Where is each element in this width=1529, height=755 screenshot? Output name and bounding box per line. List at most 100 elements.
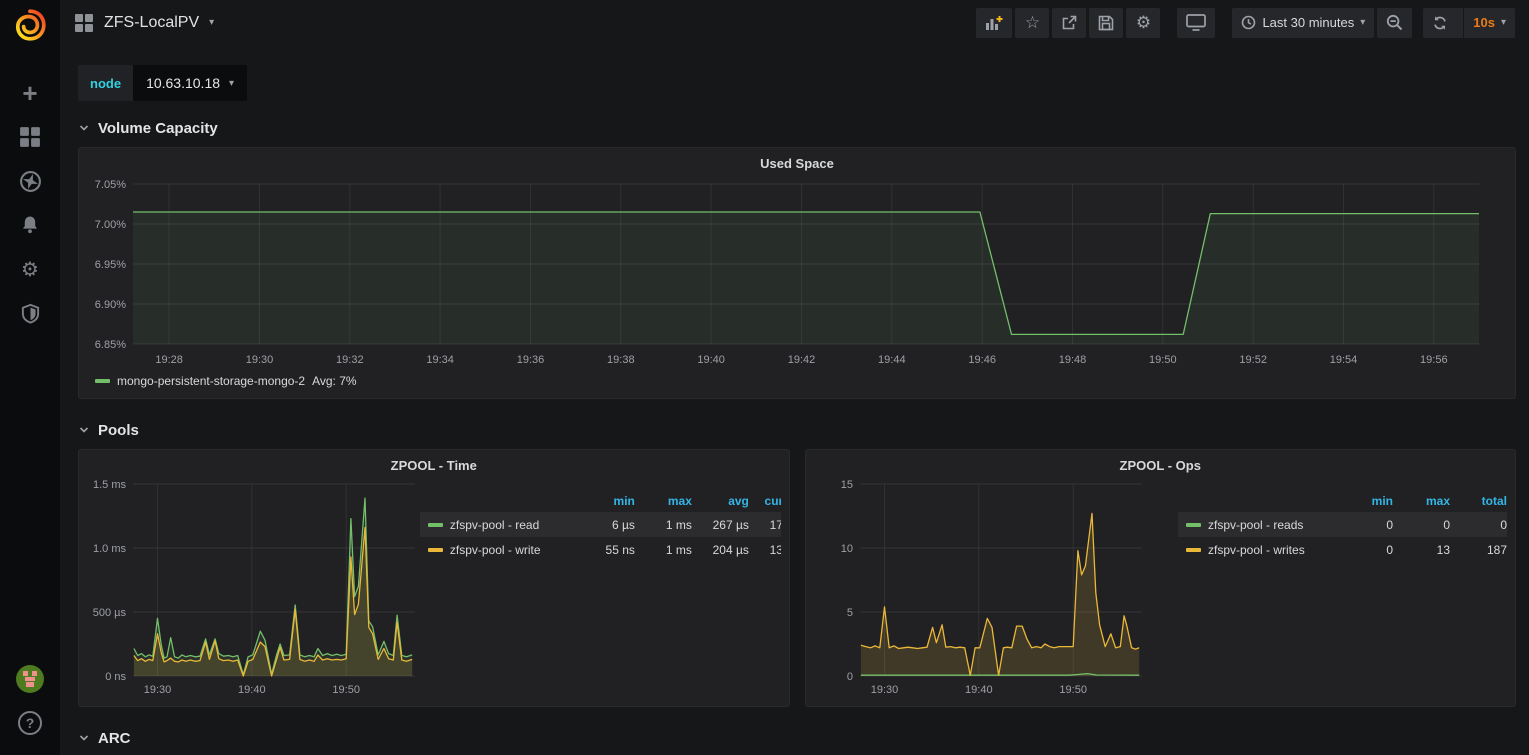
legend-value: 0	[1393, 518, 1450, 532]
chevron-down-icon	[78, 122, 90, 134]
svg-text:500 µs: 500 µs	[93, 607, 127, 619]
legend-col-max[interactable]: max	[1393, 494, 1450, 508]
refresh-icon	[1432, 15, 1448, 31]
chevron-down-icon: ▾	[209, 17, 214, 28]
legend-col-avg[interactable]: avg	[692, 494, 749, 508]
panel-body: 19:3019:4019:500 ns500 µs1.0 ms1.5 ms mi…	[87, 476, 781, 700]
series-swatch	[428, 548, 443, 552]
series-swatch	[1186, 548, 1201, 552]
refresh-control: 10s ▾	[1423, 8, 1515, 38]
cycle-view-mode-button[interactable]	[1177, 8, 1215, 38]
panel-title[interactable]: ZPOOL - Ops	[814, 456, 1508, 476]
svg-text:6.95%: 6.95%	[95, 259, 126, 271]
legend-col-total[interactable]: total	[1450, 494, 1507, 508]
sidebar-item-help[interactable]: ?	[0, 701, 60, 745]
gear-icon: ⚙	[1136, 13, 1151, 33]
sidebar-user-profile[interactable]	[0, 657, 60, 701]
legend-series-toggle[interactable]: zfspv-pool - read	[420, 518, 578, 532]
star-dashboard-button[interactable]: ☆	[1015, 8, 1049, 38]
svg-text:19:40: 19:40	[238, 684, 266, 696]
variable-node: node 10.63.10.18 ▾	[78, 65, 247, 101]
used-space-chart[interactable]: 19:2819:3019:3219:3419:3619:3819:4019:42…	[87, 174, 1507, 370]
legend-value: 13	[1393, 543, 1450, 557]
monitor-icon	[1186, 14, 1206, 31]
legend-col-max[interactable]: max	[635, 494, 692, 508]
zoom-out-button[interactable]	[1377, 8, 1412, 38]
dashboard-title-button[interactable]: ZFS-LocalPV ▾	[74, 13, 214, 33]
chart-canvas[interactable]: 19:2819:3019:3219:3419:3619:3819:4019:42…	[87, 174, 1507, 370]
svg-text:19:34: 19:34	[426, 354, 454, 366]
refresh-interval-label: 10s	[1473, 15, 1495, 30]
plus-icon: +	[22, 80, 37, 106]
svg-text:19:38: 19:38	[607, 354, 635, 366]
panel-title[interactable]: ZPOOL - Time	[87, 456, 781, 476]
legend-row: zfspv-pool - writes013187	[1178, 537, 1507, 562]
clock-icon	[1241, 15, 1256, 30]
used-space-legend[interactable]: mongo-persistent-storage-mongo-2 Avg: 7%	[87, 370, 1507, 392]
legend-header-row: minmaxtotal	[1178, 490, 1507, 512]
grafana-flame-icon	[13, 8, 47, 42]
zpool-time-legend-table: minmaxavgcurrentzfspv-pool - read6 µs1 m…	[420, 490, 781, 562]
dashboard-content: node 10.63.10.18 ▾ Volume Capacity Used …	[60, 45, 1529, 755]
legend-series-toggle[interactable]: zfspv-pool - reads	[1178, 518, 1336, 532]
chart-canvas[interactable]: 19:3019:4019:500 ns500 µs1.0 ms1.5 ms	[87, 476, 420, 700]
chevron-down-icon: ▾	[229, 78, 234, 89]
legend-col-min[interactable]: min	[1336, 494, 1393, 508]
legend-col-min[interactable]: min	[578, 494, 635, 508]
legend-series-toggle[interactable]: zfspv-pool - writes	[1178, 543, 1336, 557]
legend-series-label: zfspv-pool - reads	[1208, 518, 1303, 532]
panel-title[interactable]: Used Space	[87, 154, 1507, 174]
svg-text:19:30: 19:30	[144, 684, 172, 696]
refresh-interval-dropdown[interactable]: 10s ▾	[1463, 8, 1515, 38]
time-picker-button[interactable]: Last 30 minutes ▾	[1232, 8, 1374, 38]
save-dashboard-button[interactable]	[1089, 8, 1123, 38]
save-icon	[1098, 15, 1114, 31]
legend-header-row: minmaxavgcurrent	[420, 490, 781, 512]
sidebar-item-dashboards[interactable]	[0, 115, 60, 159]
svg-text:6.90%: 6.90%	[95, 299, 126, 311]
legend-series-label: mongo-persistent-storage-mongo-2	[117, 374, 305, 388]
legend-series-label: zfspv-pool - writes	[1208, 543, 1305, 557]
help-icon: ?	[18, 711, 42, 735]
section-volume-capacity[interactable]: Volume Capacity	[78, 117, 1511, 139]
legend-col-current[interactable]: current	[749, 494, 781, 508]
svg-text:19:50: 19:50	[1149, 354, 1177, 366]
legend-wrap: minmaxavgcurrentzfspv-pool - read6 µs1 m…	[420, 476, 781, 700]
refresh-button[interactable]	[1423, 8, 1457, 38]
svg-text:0: 0	[846, 671, 852, 683]
zpool-ops-legend-table: minmaxtotalzfspv-pool - reads000zfspv-po…	[1178, 490, 1507, 562]
star-icon: ☆	[1025, 13, 1040, 33]
svg-text:19:46: 19:46	[968, 354, 996, 366]
section-title: Volume Capacity	[98, 120, 218, 137]
legend-series-label: zfspv-pool - write	[450, 543, 541, 557]
legend-value: 6 µs	[578, 518, 635, 532]
chevron-down-icon: ▾	[1501, 17, 1506, 28]
share-dashboard-button[interactable]	[1052, 8, 1086, 38]
legend-series-label: zfspv-pool - read	[450, 518, 539, 532]
share-icon	[1061, 15, 1077, 31]
svg-text:19:42: 19:42	[788, 354, 816, 366]
section-arc[interactable]: ARC	[78, 727, 1511, 749]
zpool-time-chart[interactable]: 19:3019:4019:500 ns500 µs1.0 ms1.5 ms	[87, 476, 420, 700]
legend-value: 55 ns	[578, 543, 635, 557]
variable-value: 10.63.10.18	[146, 75, 220, 91]
dashboard-settings-button[interactable]: ⚙	[1126, 8, 1160, 38]
chart-canvas[interactable]: 19:3019:4019:50051015	[814, 476, 1147, 700]
grafana-logo[interactable]	[13, 8, 47, 47]
sidebar-item-explore[interactable]	[0, 159, 60, 203]
legend-value: 187	[1450, 543, 1507, 557]
sidebar-item-configuration[interactable]: ⚙	[0, 247, 60, 291]
add-panel-button[interactable]	[976, 8, 1012, 38]
sidebar-item-server-admin[interactable]	[0, 291, 60, 335]
sidebar-item-create[interactable]: +	[0, 71, 60, 115]
time-range-label: Last 30 minutes	[1262, 15, 1354, 30]
svg-text:7.00%: 7.00%	[95, 219, 126, 231]
svg-text:19:40: 19:40	[697, 354, 725, 366]
variable-value-dropdown[interactable]: 10.63.10.18 ▾	[133, 65, 247, 101]
section-pools[interactable]: Pools	[78, 419, 1511, 441]
gear-icon: ⚙	[21, 257, 39, 282]
sidebar-item-alerting[interactable]	[0, 203, 60, 247]
zpool-ops-chart[interactable]: 19:3019:4019:50051015	[814, 476, 1147, 700]
legend-series-toggle[interactable]: zfspv-pool - write	[420, 543, 578, 557]
main-area: ZFS-LocalPV ▾ ☆	[60, 0, 1529, 755]
